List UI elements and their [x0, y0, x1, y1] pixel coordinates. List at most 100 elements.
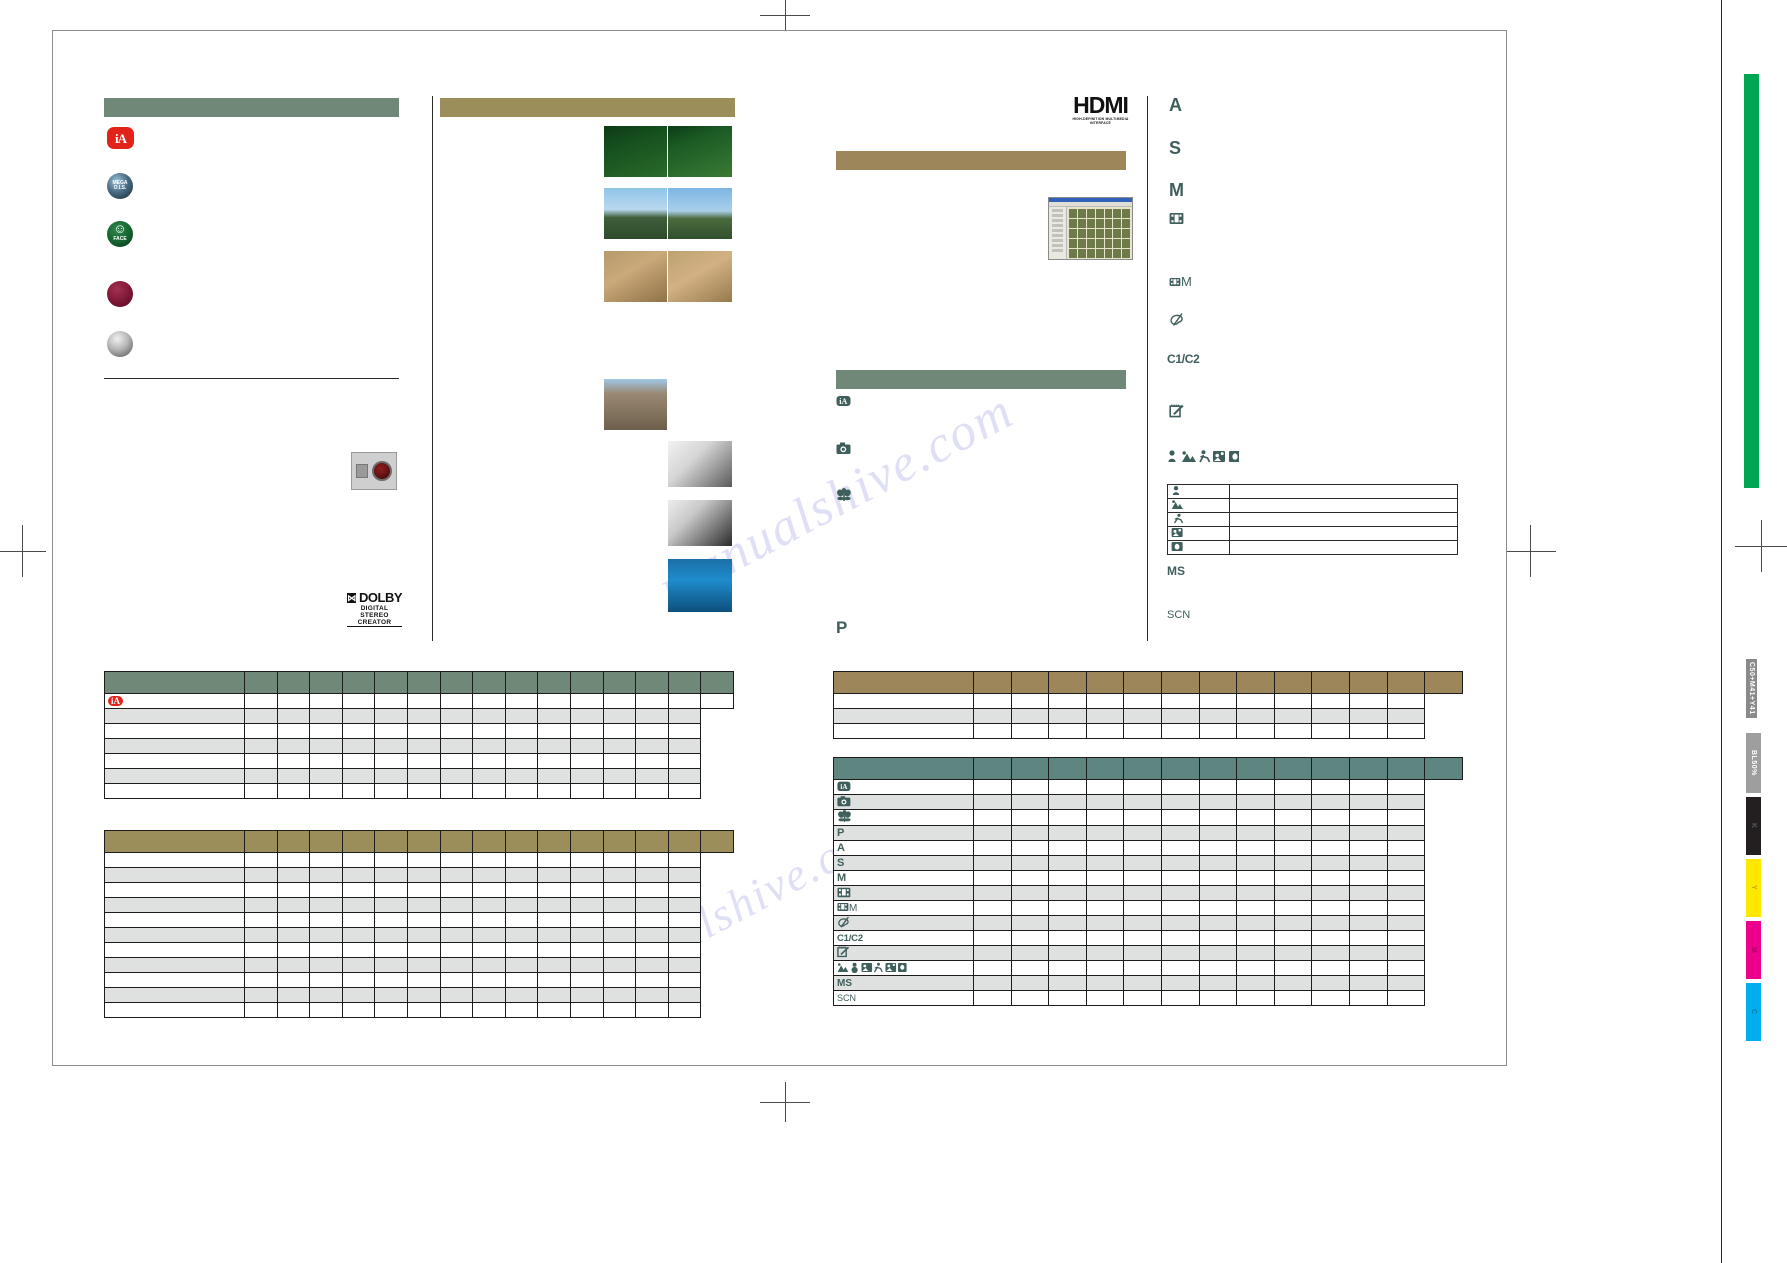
table-row-label [833, 723, 974, 739]
table-row [104, 852, 734, 868]
mode-aperture-priority-label: A [1169, 95, 1182, 115]
mode-my-colour-icon [1169, 312, 1185, 332]
crop-mark-right [1506, 525, 1556, 577]
svg-text:iA: iA [840, 783, 847, 791]
page-code-bar: C50+M41+Y41 [1746, 659, 1757, 723]
table-header-cell [406, 671, 441, 694]
table-row [104, 942, 734, 958]
right-tan-section-bar [836, 151, 1126, 170]
scene-icon-cell [1167, 498, 1230, 513]
table-body: iA [104, 693, 734, 799]
table-row-label [104, 852, 245, 868]
table-row-label-creative-movie: M [833, 900, 974, 916]
table-header-cell [341, 671, 376, 694]
mode-shutter-priority-label: S [1169, 138, 1182, 158]
scene-text-cell [1229, 498, 1458, 513]
scene-text-cell [1229, 484, 1458, 499]
table-header-cell [569, 671, 604, 694]
portrait-icon [851, 962, 858, 973]
table-row-label-p: P [833, 825, 974, 841]
black-ink-label: K [1750, 823, 1757, 829]
table-cell [504, 693, 539, 709]
ia-badge-icon: iA [837, 781, 851, 791]
table-row [104, 867, 734, 883]
palette-icon [1170, 313, 1183, 326]
table-row [104, 987, 734, 1003]
table-row [833, 708, 1463, 724]
table-header-cell [504, 671, 539, 694]
crop-mark-top [760, 0, 810, 32]
close-up-icon [1171, 542, 1183, 551]
table-header-cell [667, 671, 702, 694]
close-up-icon [898, 962, 907, 972]
column-rule-1 [432, 96, 433, 641]
table-header-cell [537, 671, 571, 694]
mega-ois-badge-icon: MEGA O.I.S. [107, 173, 133, 199]
middle-section-bar [440, 98, 735, 117]
table-header-cell [104, 671, 245, 694]
clipboard-icon [1169, 404, 1184, 418]
right-teal-section-bar [836, 370, 1126, 389]
svg-text:iA: iA [839, 397, 847, 406]
scenery-icon [1182, 451, 1196, 462]
dolby-wordmark: DOLBY [359, 590, 403, 605]
conversion-lens-photo [668, 500, 732, 546]
underwater-diving-photo [668, 559, 732, 612]
table-cell [635, 693, 669, 709]
table-header-cell [374, 671, 408, 694]
table-row-label-a: A [833, 840, 974, 856]
mode-multi-aspect-label: MS [1167, 564, 1185, 578]
table-row [1167, 526, 1458, 541]
flower-icon [837, 488, 851, 501]
table-cell [602, 693, 637, 709]
table-row [833, 960, 1463, 976]
table-row: iA [833, 779, 1463, 795]
coins-photo-right [668, 251, 732, 302]
table-row-label-clipboard [833, 945, 974, 961]
recording-mode-table-2 [104, 830, 734, 1018]
ia-badge-icon: iA [107, 127, 134, 149]
scenery-icon [837, 962, 849, 972]
silver-seal-badge-icon [107, 331, 133, 357]
table-row [833, 723, 1463, 739]
table-header-cell [833, 671, 974, 694]
screenshot-thumbnail-grid [1067, 207, 1132, 259]
camera-icon [837, 795, 851, 806]
table-header-cell [602, 671, 637, 694]
scenery-icon [1171, 500, 1183, 509]
dolby-digital-logo: ⋈ DOLBY DIGITAL STEREO CREATOR [347, 590, 403, 627]
scene-text-cell [1229, 512, 1458, 527]
yellow-ink-label: Y [1750, 885, 1757, 891]
scene-description-table [1167, 484, 1458, 555]
table-row-label [104, 783, 245, 799]
table-row [104, 897, 734, 913]
scene-icon-cell [1167, 540, 1230, 555]
table-row-label-macro [833, 809, 974, 826]
spot-colour-green-bar [1744, 74, 1759, 488]
camera-mode-dial-icon [372, 461, 392, 481]
table-row-label-scene-icons [833, 960, 974, 976]
table-row [104, 723, 734, 739]
table-row-label [104, 912, 245, 928]
face-detection-badge-icon: ☺ FACE [107, 221, 133, 247]
film-m-icon [1169, 278, 1181, 286]
clipboard-icon [837, 946, 850, 958]
table-row [1167, 512, 1458, 527]
screen-percent-label: BL50% [1750, 750, 1757, 776]
table-row-label-movie [833, 885, 974, 901]
external-flash-photo [668, 441, 732, 487]
table-row-label [104, 882, 245, 898]
screen-percent-bar: BL50% [1746, 733, 1761, 793]
table-body [833, 693, 1463, 739]
table-cell [537, 693, 571, 709]
trim-rule-right [1721, 0, 1722, 1263]
table-header-cell [439, 671, 474, 694]
table-cell [309, 693, 343, 709]
table-row [833, 809, 1463, 826]
scene-icon-cell [1167, 526, 1230, 541]
table-cell [374, 693, 408, 709]
table-cell [439, 693, 474, 709]
left-divider-line [104, 378, 399, 379]
table-header-cell [833, 757, 974, 780]
close-up-icon [1229, 451, 1241, 462]
